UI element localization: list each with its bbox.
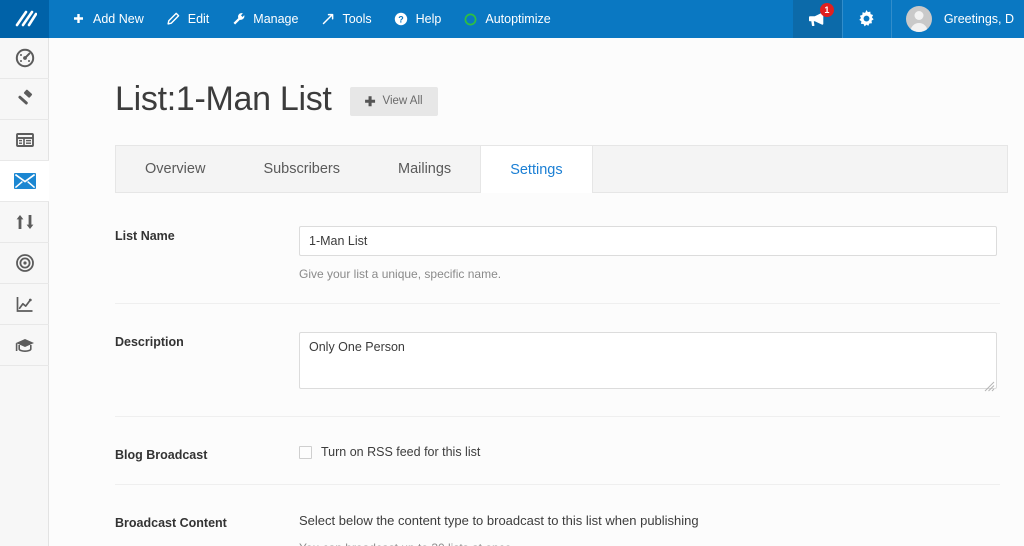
- list-name-help: Give your list a unique, specific name.: [299, 267, 1000, 281]
- view-all-label: View All: [383, 95, 423, 107]
- topnav-label: Edit: [188, 12, 210, 26]
- plus-icon: [71, 12, 86, 27]
- blog-broadcast-label: Blog Broadcast: [115, 445, 299, 462]
- sidebar-item-training[interactable]: [0, 325, 49, 366]
- up-down-arrows-icon: [13, 212, 37, 232]
- plus-icon: ✚: [365, 95, 376, 108]
- table-form-icon: [14, 129, 36, 151]
- tab-subscribers[interactable]: Subscribers: [234, 146, 369, 192]
- sidebar-item-forms[interactable]: [0, 120, 49, 161]
- top-right-actions: 1 Greetings, D: [793, 0, 1024, 38]
- tab-overview[interactable]: Overview: [116, 146, 234, 192]
- topnav-item-help[interactable]: ? Help: [383, 0, 453, 38]
- topnav-item-tools[interactable]: Tools: [309, 0, 382, 38]
- gauge-icon: [14, 47, 36, 69]
- settings-button[interactable]: [842, 0, 891, 38]
- topnav-item-manage[interactable]: Manage: [220, 0, 309, 38]
- topnav-item-add-new[interactable]: Add New: [60, 0, 155, 38]
- gear-icon: [857, 10, 876, 29]
- description-textarea[interactable]: [299, 332, 997, 389]
- top-navigation-bar: Add New Edit Manage: [0, 0, 1024, 38]
- tab-settings[interactable]: Settings: [480, 145, 592, 193]
- tab-mailings[interactable]: Mailings: [369, 146, 480, 192]
- rss-feed-checkbox[interactable]: [299, 446, 312, 459]
- topnav-item-edit[interactable]: Edit: [155, 0, 221, 38]
- topnav-label: Add New: [93, 12, 144, 26]
- broadcast-content-instruction: Select below the content type to broadca…: [299, 513, 1000, 528]
- brand-logo[interactable]: [0, 0, 49, 38]
- settings-form: List Name Give your list a unique, speci…: [115, 193, 1000, 546]
- sidebar-item-dashboard[interactable]: [0, 38, 49, 79]
- form-row-description: Description: [115, 304, 1000, 417]
- user-account-menu[interactable]: Greetings, D: [891, 0, 1024, 38]
- wrench-icon: [231, 12, 246, 27]
- envelope-icon: [13, 172, 37, 190]
- form-row-broadcast-content: Broadcast Content Select below the conte…: [115, 485, 1000, 546]
- topnav-label: Manage: [253, 12, 298, 26]
- tools-arrow-icon: [320, 12, 335, 27]
- form-row-blog-broadcast: Blog Broadcast Turn on RSS feed for this…: [115, 417, 1000, 485]
- sidebar-item-email[interactable]: [0, 161, 49, 202]
- sidebar-item-reports[interactable]: [0, 284, 49, 325]
- description-label: Description: [115, 332, 299, 349]
- rss-feed-label: Turn on RSS feed for this list: [321, 445, 480, 459]
- topnav-label: Help: [416, 12, 442, 26]
- sidebar-item-gavel[interactable]: [0, 79, 49, 120]
- broadcast-content-note: You can broadcast up to 30 lists at once…: [299, 541, 1000, 546]
- notifications-button[interactable]: 1: [793, 0, 842, 38]
- brand-logo-icon: [13, 8, 37, 30]
- form-row-list-name: List Name Give your list a unique, speci…: [115, 198, 1000, 304]
- sidebar-item-transfer[interactable]: [0, 202, 49, 243]
- bullseye-icon: [14, 252, 36, 274]
- left-sidebar: [0, 38, 49, 546]
- line-chart-icon: [14, 293, 36, 315]
- page-header: List:1-Man List ✚ View All: [49, 38, 1024, 116]
- question-circle-icon: ?: [394, 12, 409, 27]
- page-title: List:1-Man List: [115, 82, 332, 116]
- svg-text:?: ?: [398, 14, 404, 24]
- notification-badge: 1: [820, 3, 834, 17]
- green-circle-icon: [463, 12, 478, 27]
- top-menu: Add New Edit Manage: [49, 0, 793, 38]
- topnav-item-autoptimize[interactable]: Autoptimize: [452, 0, 561, 38]
- list-name-input[interactable]: [299, 226, 997, 256]
- broadcast-content-label: Broadcast Content: [115, 513, 299, 530]
- main-content: List:1-Man List ✚ View All Overview Subs…: [49, 38, 1024, 546]
- gavel-icon: [14, 88, 36, 110]
- topnav-label: Autoptimize: [485, 12, 550, 26]
- topnav-label: Tools: [342, 12, 371, 26]
- list-name-label: List Name: [115, 226, 299, 243]
- graduation-cap-icon: [14, 334, 36, 356]
- pencil-icon: [166, 12, 181, 27]
- sidebar-item-targeting[interactable]: [0, 243, 49, 284]
- tab-bar: Overview Subscribers Mailings Settings: [115, 145, 1008, 193]
- avatar: [906, 6, 932, 32]
- greeting-text: Greetings, D: [944, 12, 1014, 26]
- view-all-button[interactable]: ✚ View All: [350, 87, 438, 116]
